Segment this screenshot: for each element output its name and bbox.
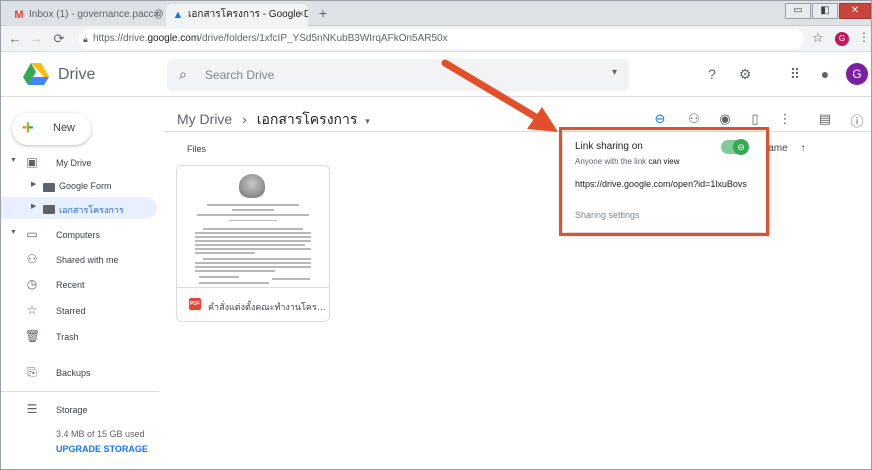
breadcrumb-current[interactable]: เอกสารโครงการ [257, 111, 358, 127]
address-bar-row: ← → ⟳ 🔒︎ https://drive.google.com/drive/… [1, 26, 871, 52]
sidebar-item-starred[interactable]: ☆ Starred [1, 300, 159, 322]
expand-caret-icon[interactable]: ▼ [10, 229, 17, 236]
sidebar-item-label: Shared with me [56, 255, 119, 265]
url-prefix: https://drive. [93, 33, 148, 44]
list-view-icon[interactable]: ▤ [816, 111, 834, 127]
sidebar-item-storage[interactable]: ☰ Storage [1, 399, 159, 421]
apps-grid-icon[interactable]: ⠿ [786, 66, 804, 83]
preview-eye-icon[interactable]: ◉ [716, 111, 734, 127]
sidebar-item-label: เอกสารโครงการ [59, 205, 124, 215]
sort-arrow-icon[interactable]: ↑ [800, 143, 805, 154]
account-avatar[interactable]: G [846, 63, 868, 85]
garuda-emblem-icon [239, 174, 265, 198]
file-name[interactable]: คำสั่งแต่งตั้งคณะทำงานโครงก... [208, 300, 326, 314]
tab-title: Inbox (1) - governance.pacc@gm [29, 9, 164, 20]
sidebar-item-label: Recent [56, 280, 85, 290]
browser-menu-icon[interactable]: ⋮ [858, 30, 870, 44]
close-tab-icon[interactable]: × [154, 4, 160, 26]
file-footer: PDF คำสั่งแต่งตั้งคณะทำงานโครงก... [177, 289, 329, 321]
tab-gmail[interactable]: M Inbox (1) - governance.pacc@gm × [7, 4, 164, 26]
expand-caret-icon[interactable]: ▼ [10, 157, 17, 164]
folder-icon [42, 181, 56, 195]
new-label: New [53, 122, 76, 134]
sidebar-item-project-docs[interactable]: ▶ เอกสารโครงการ [1, 197, 157, 219]
remove-trash-icon[interactable]: ▯ [746, 111, 764, 127]
close-tab-icon[interactable]: × [298, 4, 304, 26]
browser-window: M Inbox (1) - governance.pacc@gm × ▲ เอก… [0, 0, 872, 470]
tab-drive[interactable]: ▲ เอกสารโครงการ - Google Drive × [166, 4, 308, 26]
files-section-label: Files [187, 144, 207, 154]
sidebar-item-shared[interactable]: ⚇ Shared with me [1, 249, 159, 271]
breadcrumb-root[interactable]: My Drive [177, 111, 232, 127]
profile-avatar[interactable]: G [835, 32, 849, 46]
more-actions-icon[interactable]: ⋮ [776, 111, 794, 127]
shared-people-icon: ⚇ [26, 252, 38, 266]
sidebar-item-backups[interactable]: ⎘ Backups [1, 362, 159, 384]
new-tab-button[interactable]: + [314, 5, 332, 23]
storage-icon: ☰ [26, 402, 38, 416]
close-window-button[interactable]: ✕ [839, 3, 871, 19]
share-person-icon[interactable]: ⚇ [685, 111, 703, 127]
sidebar-item-label: Storage [56, 405, 88, 415]
storage-usage: 3.4 MB of 15 GB used [56, 429, 145, 439]
sidebar-item-label: Computers [56, 230, 101, 240]
notifications-icon[interactable]: ● [816, 66, 834, 82]
expand-caret-icon[interactable]: ▶ [31, 202, 36, 210]
clock-icon: ◷ [26, 277, 38, 291]
trash-icon: 🗑︎ [25, 329, 41, 343]
sidebar-item-label: My Drive [56, 158, 92, 168]
maximize-button[interactable]: ◧ [812, 3, 838, 19]
sidebar-item-trash[interactable]: 🗑︎ Trash [1, 326, 159, 348]
backup-icon: ⎘ [27, 365, 37, 379]
file-thumbnail [177, 166, 329, 288]
lock-icon: 🔒︎ [83, 34, 88, 44]
expand-caret-icon[interactable]: ▶ [31, 180, 36, 188]
sidebar-item-label: Trash [56, 332, 79, 342]
minimize-button[interactable]: ▭ [785, 3, 811, 19]
app-name[interactable]: Drive [58, 66, 95, 84]
sidebar-item-my-drive[interactable]: ▼ ▣ My Drive [1, 152, 159, 174]
folder-menu-chevron-down-icon[interactable]: ▾ [365, 116, 370, 126]
gmail-icon: M [14, 9, 24, 21]
upgrade-storage-link[interactable]: UPGRADE STORAGE [56, 444, 148, 454]
sidebar-item-google-form[interactable]: ▶ Google Form [1, 175, 159, 197]
drive-logo-icon[interactable] [23, 62, 49, 86]
search-options-icon[interactable]: ▾ [612, 67, 617, 78]
settings-gear-icon[interactable]: ⚙ [736, 66, 754, 83]
pdf-file-icon: PDF [189, 298, 201, 310]
new-button[interactable]: + New [12, 113, 91, 145]
my-drive-icon: ▣ [26, 155, 38, 169]
forward-arrow-icon[interactable]: → [28, 30, 44, 48]
breadcrumb-separator: › [242, 111, 247, 127]
drive-favicon-icon: ▲ [172, 9, 184, 21]
tab-bar: M Inbox (1) - governance.pacc@gm × ▲ เอก… [1, 1, 871, 26]
sidebar-divider [1, 391, 159, 392]
sidebar-item-label: Google Form [59, 181, 112, 191]
help-icon[interactable]: ? [703, 66, 721, 82]
details-info-icon[interactable]: ⓘ [848, 111, 866, 130]
url-input[interactable]: 🔒︎ https://drive.google.com/drive/folder… [79, 29, 804, 49]
drive-header: Drive ⌕ Search Drive ▾ ? ⚙ ⠿ ● G [1, 53, 871, 97]
sidebar-item-label: Backups [56, 368, 91, 378]
file-card[interactable]: PDF คำสั่งแต่งตั้งคณะทำงานโครงก... [176, 165, 330, 322]
sidebar-item-computers[interactable]: ▼ ▭ Computers [1, 224, 159, 246]
star-icon: ☆ [26, 303, 38, 317]
sidebar-item-label: Starred [56, 306, 86, 316]
annotation-arrow-icon [441, 59, 558, 132]
reload-icon[interactable]: ⟳ [51, 30, 67, 48]
sidebar-item-recent[interactable]: ◷ Recent [1, 274, 159, 296]
back-arrow-icon[interactable]: ← [7, 30, 23, 48]
search-placeholder: Search Drive [205, 68, 275, 82]
bookmark-star-icon[interactable]: ☆ [812, 30, 824, 46]
folder-icon [42, 203, 56, 217]
breadcrumb: My Drive › เอกสารโครงการ ▾ [177, 109, 370, 131]
get-link-icon[interactable]: ⊖ [651, 111, 669, 127]
tab-title: เอกสารโครงการ - Google Drive [188, 9, 308, 20]
highlight-box [559, 127, 769, 236]
search-icon[interactable]: ⌕ [179, 66, 187, 83]
plus-icon: + [22, 117, 34, 139]
computer-icon: ▭ [26, 227, 38, 241]
url-path: /drive/folders/1xfcIP_YSd5nNKubB3WIrqAFk… [199, 33, 448, 44]
url-host: google.com [147, 33, 200, 44]
